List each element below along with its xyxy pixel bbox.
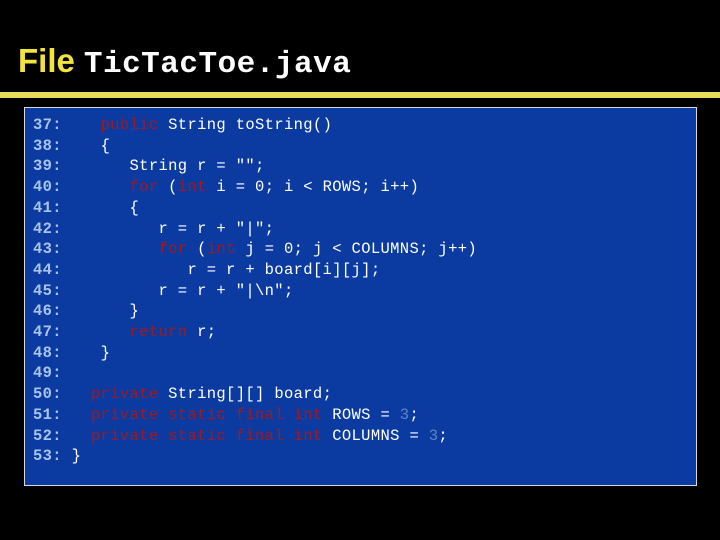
- code-token-number: 3: [399, 405, 410, 424]
- code-line-number: 44:: [33, 260, 62, 279]
- code-line: 47: return r;: [33, 323, 216, 341]
- code-line: 37: public String toString(): [33, 116, 332, 134]
- code-token-keyword: int: [177, 178, 207, 197]
- code-line-number: 53:: [33, 447, 62, 466]
- code-token-plain: String toString(): [158, 116, 333, 134]
- code-token-plain: }: [61, 343, 111, 362]
- code-token-keyword: private static final int: [90, 426, 323, 445]
- code-line-number: 42:: [33, 219, 62, 238]
- code-line: 39: String r = "";: [33, 157, 265, 175]
- code-token-plain: (: [187, 240, 207, 259]
- code-token-plain: {: [61, 136, 111, 155]
- code-line: 41: {: [33, 199, 139, 217]
- code-line: 43: for (int j = 0; j < COLUMNS; j++): [33, 240, 477, 258]
- code-line: 51: private static final int ROWS = 3;: [33, 406, 419, 424]
- title-divider-rule: [0, 92, 720, 98]
- code-line-number: 46:: [33, 302, 62, 321]
- code-token-plain: r = r + board[i][j];: [61, 260, 381, 279]
- code-line-number: 48:: [33, 343, 62, 362]
- code-token-plain: }: [61, 447, 82, 466]
- code-line-number: 41:: [33, 198, 62, 217]
- code-line: 53: }: [33, 447, 81, 465]
- code-token-plain: ;: [409, 405, 420, 424]
- code-token-keyword: for: [129, 178, 159, 197]
- code-token-plain: }: [61, 302, 140, 321]
- code-token-plain: COLUMNS =: [322, 426, 429, 445]
- slide-root: File TicTacToe.java 37: public String toS…: [0, 0, 720, 540]
- code-token-plain: r = r + "|";: [61, 219, 275, 238]
- code-token-plain: r = r + "|\n";: [61, 281, 294, 300]
- code-line: 42: r = r + "|";: [33, 220, 274, 238]
- code-token-plain: ;: [438, 426, 449, 445]
- code-line-number: 49:: [33, 364, 62, 383]
- code-line-number: 38:: [33, 136, 62, 155]
- title-prefix: File: [18, 42, 75, 79]
- code-token-plain: String r = "";: [61, 157, 265, 176]
- code-token-keyword: private: [90, 385, 159, 404]
- code-token-plain: {: [61, 198, 140, 217]
- code-line: 46: }: [33, 302, 139, 320]
- code-listing-panel: 37: public String toString() 38: { 39: S…: [24, 107, 697, 486]
- code-token-plain: String[][] board;: [158, 385, 333, 404]
- code-token-plain: i = 0; i < ROWS; i++): [206, 178, 420, 197]
- code-line: 45: r = r + "|\n";: [33, 282, 294, 300]
- code-token-keyword: for: [158, 240, 188, 259]
- code-line-number: 51:: [33, 405, 62, 424]
- code-token-keyword: public: [100, 116, 159, 134]
- code-line-number: 45:: [33, 281, 62, 300]
- code-listing: 37: public String toString() 38: { 39: S…: [25, 108, 696, 467]
- code-token-plain: r;: [187, 323, 217, 342]
- code-line: 48: }: [33, 344, 110, 362]
- code-line-number: 37:: [33, 116, 62, 134]
- page-title: File TicTacToe.java: [18, 44, 351, 80]
- code-line-number: 43:: [33, 240, 62, 259]
- code-line: 38: {: [33, 137, 110, 155]
- code-line-number: 50:: [33, 385, 62, 404]
- code-line: 52: private static final int COLUMNS = 3…: [33, 427, 448, 445]
- code-token-number: 3: [428, 426, 439, 445]
- code-token-plain: j = 0; j < COLUMNS; j++): [235, 240, 478, 259]
- code-token-plain: ROWS =: [322, 405, 400, 424]
- code-line: 44: r = r + board[i][j];: [33, 261, 380, 279]
- code-line-number: 40:: [33, 178, 62, 197]
- code-line-number: 52:: [33, 426, 62, 445]
- code-line: 49:: [33, 364, 62, 382]
- code-token-keyword: return: [129, 323, 188, 342]
- code-line: 50: private String[][] board;: [33, 385, 332, 403]
- title-filename: TicTacToe.java: [83, 47, 352, 82]
- code-token-keyword: int: [206, 240, 236, 259]
- code-line: 40: for (int i = 0; i < ROWS; i++): [33, 178, 419, 196]
- code-token-keyword: private static final int: [90, 405, 323, 424]
- code-line-number: 47:: [33, 323, 62, 342]
- code-line-number: 39:: [33, 157, 62, 176]
- code-token-plain: (: [158, 178, 178, 197]
